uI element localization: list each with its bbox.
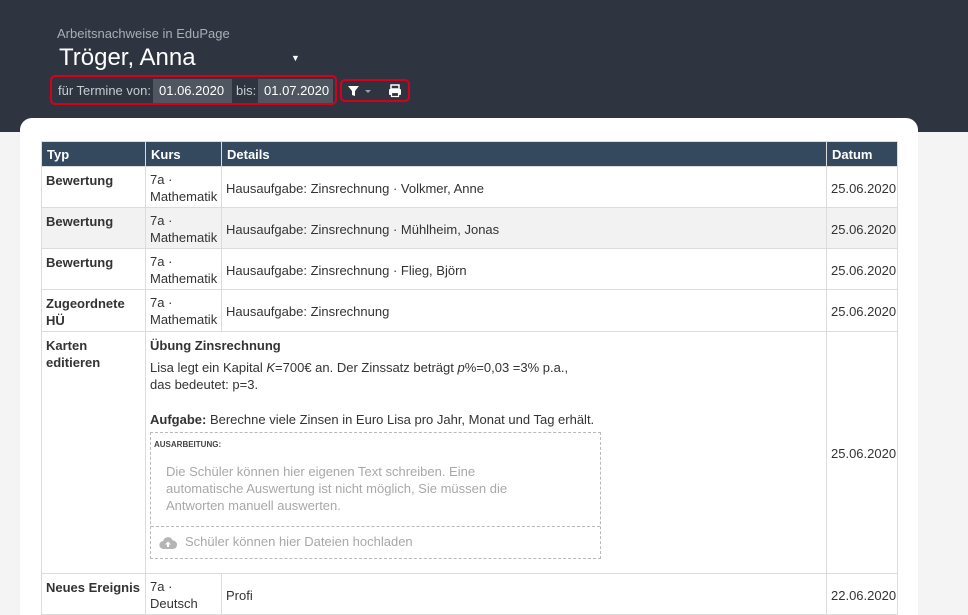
- table-row[interactable]: Zugeordnete HÜ 7a · Mathematik Hausaufgab…: [41, 289, 898, 332]
- toolbar-actions: [340, 79, 410, 102]
- cell-typ: Bewertung: [41, 248, 146, 290]
- answer-text-area[interactable]: Die Schüler können hier eigenen Text sch…: [151, 453, 600, 526]
- filter-button[interactable]: [347, 84, 377, 99]
- cell-details: Hausaufgabe: Zinsrechnung · Volkmer, Ann…: [221, 166, 827, 208]
- cell-typ: Bewertung: [41, 207, 146, 249]
- file-upload-area[interactable]: Schüler können hier Dateien hochladen: [151, 526, 600, 558]
- content-card: Typ Kurs Details Datum Bewertung 7a · Mat…: [20, 118, 918, 615]
- cell-details: Hausaufgabe: Zinsrechnung: [221, 289, 827, 332]
- cell-datum: 22.06.2020: [826, 573, 898, 615]
- task-aufgabe: Aufgabe: Berechne viele Zinsen in Euro L…: [150, 412, 595, 427]
- print-icon: [389, 84, 401, 98]
- kurs-subject: Mathematik: [150, 189, 218, 204]
- from-label: für Termine von:: [58, 83, 151, 98]
- column-header-kurs[interactable]: Kurs: [145, 141, 222, 167]
- cell-kurs: 7a · Mathematik: [145, 166, 222, 208]
- cell-kurs: 7a · Mathematik: [145, 289, 222, 332]
- cell-details: Hausaufgabe: Zinsrechnung · Mühlheim, Jo…: [221, 207, 827, 249]
- date-range-filter: für Termine von: 01.06.2020 bis: 01.07.2…: [50, 75, 337, 105]
- table-row[interactable]: Bewertung 7a · Mathematik Hausaufgabe: Zi…: [41, 166, 898, 208]
- app-title: Arbeitsnachweise in EduPage: [57, 26, 230, 41]
- kurs-subject: Mathematik: [150, 312, 218, 327]
- table-row[interactable]: Bewertung 7a · Mathematik Hausaufgabe: Zi…: [41, 248, 898, 290]
- cell-kurs: 7a · Mathematik: [145, 207, 222, 249]
- cell-typ: Zugeordnete HÜ: [41, 289, 146, 332]
- table-row[interactable]: Karten editieren Übung Zinsrechnung Lisa…: [41, 331, 898, 574]
- caret-down-icon[interactable]: ▼: [291, 53, 300, 63]
- task-text: Lisa legt ein Kapital K=700€ an. Der Zin…: [150, 360, 569, 392]
- answer-box[interactable]: AUSARBEITUNG: Die Schüler können hier ei…: [150, 432, 601, 559]
- to-label: bis:: [236, 83, 257, 98]
- kurs-class: 7a ·: [150, 213, 173, 228]
- cell-typ: Karten editieren: [41, 331, 146, 574]
- to-date-input[interactable]: 01.07.2020: [258, 79, 333, 103]
- kurs-class: 7a ·: [150, 254, 173, 269]
- cell-datum: 25.06.2020: [826, 331, 898, 574]
- cell-typ: Neues Ereignis: [41, 573, 146, 615]
- cell-typ: Bewertung: [41, 166, 146, 208]
- kurs-class: 7a ·: [150, 579, 173, 594]
- records-table: Typ Kurs Details Datum Bewertung 7a · Mat…: [41, 141, 898, 615]
- from-date-input[interactable]: 01.06.2020: [153, 79, 232, 103]
- table-header-row: Typ Kurs Details Datum: [41, 141, 898, 167]
- task-title: Übung Zinsrechnung: [150, 338, 281, 353]
- print-button[interactable]: [387, 83, 403, 99]
- cell-details: Profi: [221, 573, 827, 615]
- cell-task-card: Übung Zinsrechnung Lisa legt ein Kapital…: [145, 331, 827, 574]
- kurs-subject: Mathematik: [150, 230, 218, 245]
- kurs-class: 7a ·: [150, 172, 173, 187]
- column-header-datum[interactable]: Datum: [826, 141, 898, 167]
- column-header-details[interactable]: Details: [221, 141, 827, 167]
- header-bar: Arbeitsnachweise in EduPage Tröger, Anna…: [0, 0, 968, 132]
- cell-datum: 25.06.2020: [826, 289, 898, 332]
- column-header-typ[interactable]: Typ: [41, 141, 146, 167]
- cell-datum: 25.06.2020: [826, 207, 898, 249]
- cloud-upload-icon: [159, 536, 178, 549]
- student-name-select[interactable]: Tröger, Anna: [59, 44, 196, 72]
- kurs-class: 7a ·: [150, 295, 173, 310]
- table-row[interactable]: Bewertung 7a · Mathematik Hausaufgabe: Zi…: [41, 207, 898, 249]
- answer-label: AUSARBEITUNG:: [154, 440, 222, 449]
- filter-icon: [348, 86, 371, 96]
- cell-details: Hausaufgabe: Zinsrechnung · Flieg, Björn: [221, 248, 827, 290]
- cell-kurs: 7a · Deutsch: [145, 573, 222, 615]
- cell-datum: 25.06.2020: [826, 166, 898, 208]
- cell-kurs: 7a · Mathematik: [145, 248, 222, 290]
- upload-label: Schüler können hier Dateien hochladen: [185, 534, 413, 549]
- cell-datum: 25.06.2020: [826, 248, 898, 290]
- table-row[interactable]: Neues Ereignis 7a · Deutsch Profi 22.06.2…: [41, 573, 898, 615]
- kurs-subject: Mathematik: [150, 271, 218, 286]
- kurs-subject: Deutsch: [150, 596, 198, 611]
